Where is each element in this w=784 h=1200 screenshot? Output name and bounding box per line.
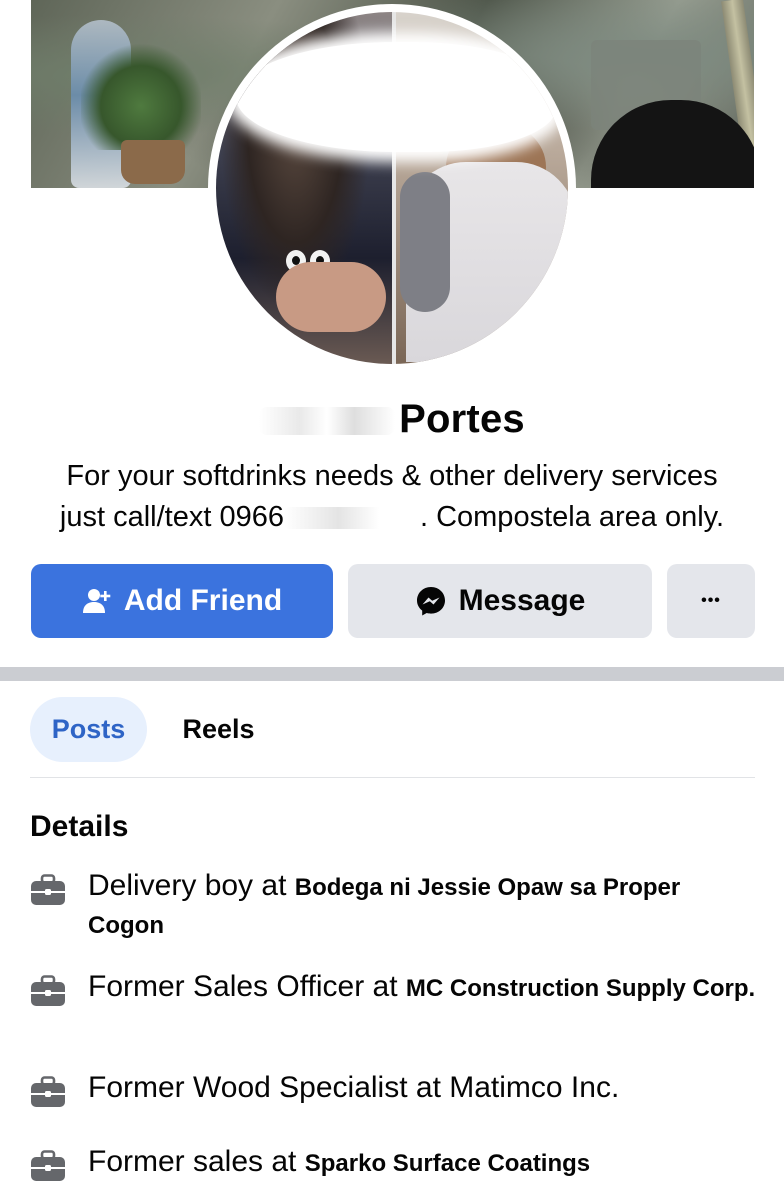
detail-role: Delivery boy at — [88, 869, 295, 902]
detail-text: Former sales at Sparko Surface Coatings — [88, 1144, 760, 1182]
bio-line-1: For your softdrinks needs & other delive… — [66, 460, 718, 492]
profile-avatar[interactable] — [208, 4, 576, 372]
tab-reels[interactable]: Reels — [160, 697, 277, 762]
messenger-icon — [415, 585, 447, 617]
message-label: Message — [458, 584, 586, 617]
avatar-hand — [276, 262, 386, 332]
detail-role: Former Wood Specialist at Matimco Inc. — [88, 1071, 620, 1104]
briefcase-icon — [30, 874, 66, 906]
bio-line-2-suffix: . Compostela area only. — [419, 501, 725, 533]
person-plus-icon — [82, 586, 112, 616]
briefcase-icon — [30, 975, 66, 1007]
detail-place[interactable]: Sparko Surface Coatings — [305, 1150, 590, 1177]
more-dots-icon: ••• — [701, 592, 721, 609]
tabs-separator — [30, 777, 755, 778]
detail-text: Former Sales Officer at MC Construction … — [88, 969, 760, 1007]
bio-line-2-prefix: just call/text 0966 — [59, 501, 284, 533]
redacted-phone — [283, 507, 420, 530]
profile-last-name: Portes — [399, 397, 525, 441]
cover-plant — [81, 40, 201, 150]
detail-text: Delivery boy at Bodega ni Jessie Opaw sa… — [88, 868, 760, 944]
cover-pot — [121, 140, 185, 184]
profile-page: Portes For your softdrinks needs & other… — [0, 0, 784, 1200]
tab-posts[interactable]: Posts — [30, 697, 147, 762]
detail-role: Former sales at — [88, 1145, 305, 1178]
redaction-scribble — [236, 42, 556, 152]
briefcase-icon — [30, 1150, 66, 1182]
avatar-sleeve — [400, 172, 450, 312]
details-heading: Details — [30, 810, 129, 843]
detail-place[interactable]: MC Construction Supply Corp. — [406, 975, 755, 1002]
add-friend-label: Add Friend — [123, 584, 283, 617]
profile-bio: For your softdrinks needs & other delive… — [20, 456, 764, 538]
more-options-button[interactable]: ••• — [667, 564, 755, 638]
redacted-first-name — [259, 407, 396, 436]
add-friend-button[interactable]: Add Friend — [31, 564, 333, 638]
avatar-image — [216, 12, 568, 364]
briefcase-icon — [30, 1076, 66, 1108]
section-divider — [0, 667, 784, 681]
detail-text: Former Wood Specialist at Matimco Inc. — [88, 1070, 760, 1108]
profile-name: Portes — [0, 397, 784, 442]
detail-role: Former Sales Officer at — [88, 970, 406, 1003]
message-button[interactable]: Message — [348, 564, 652, 638]
